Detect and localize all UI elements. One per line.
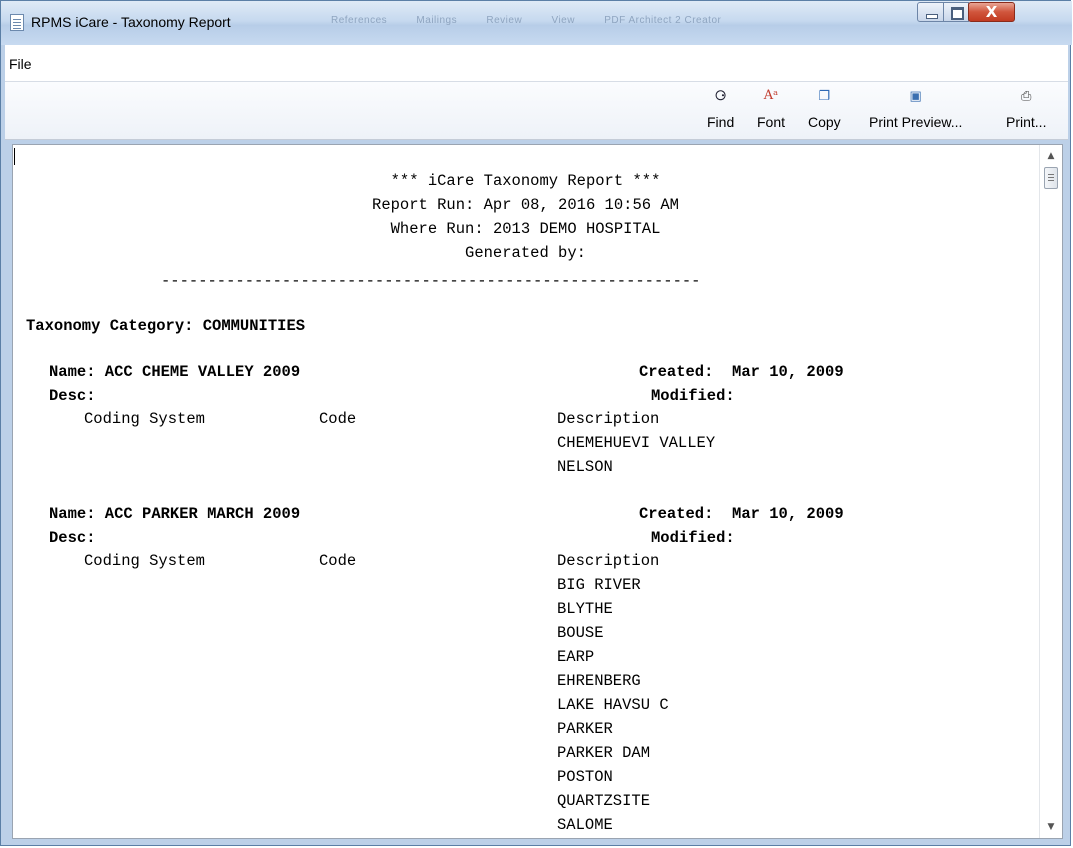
- ghost-tab: Mailings: [416, 15, 458, 26]
- entry-desc: Desc:: [49, 529, 96, 547]
- minimize-button[interactable]: [917, 2, 944, 22]
- font-label: Font: [757, 114, 786, 130]
- font-button[interactable]: Aᵃ Font: [757, 86, 785, 130]
- taxonomy-category: Taxonomy Category: COMMUNITIES: [26, 317, 306, 335]
- font-icon: Aᵃ: [763, 88, 779, 103]
- print-preview-icon: ▣: [909, 88, 922, 103]
- copy-label: Copy: [808, 114, 841, 130]
- list-item: BIG RIVER: [557, 576, 641, 594]
- entry-name: Name: ACC PARKER MARCH 2009: [49, 505, 301, 523]
- print-label: Print...: [1006, 114, 1047, 130]
- binoculars-icon: ⚆: [714, 88, 727, 103]
- report-window: RPMS iCare - Taxonomy Report References …: [0, 0, 1072, 846]
- entry-modified: Modified:: [651, 529, 735, 547]
- title-bar[interactable]: RPMS iCare - Taxonomy Report References …: [1, 1, 1072, 45]
- list-item: PARKER: [557, 720, 613, 738]
- report-run: Report Run: Apr 08, 2016 10:56 AM: [372, 196, 679, 214]
- list-item: BOUSE: [557, 624, 604, 642]
- print-preview-label: Print Preview...: [869, 114, 963, 130]
- list-item: QUARTZSITE: [557, 792, 651, 810]
- copy-button[interactable]: ❐ Copy: [808, 86, 841, 130]
- list-item: EHRENBERG: [557, 672, 641, 690]
- col-description: Description: [557, 410, 660, 428]
- maximize-button[interactable]: [943, 2, 969, 22]
- col-description: Description: [557, 552, 660, 570]
- entry-created: Created: Mar 10, 2009: [639, 505, 844, 523]
- list-item: PARKER DAM: [557, 744, 651, 762]
- list-item: POSTON: [557, 768, 613, 786]
- vertical-scrollbar[interactable]: ▲ ▼: [1039, 145, 1062, 838]
- col-code: Code: [319, 552, 357, 570]
- document-icon: [10, 14, 24, 31]
- list-item: BLYTHE: [557, 600, 613, 618]
- scroll-up-icon[interactable]: ▲: [1040, 147, 1062, 165]
- report-title: *** iCare Taxonomy Report ***: [390, 172, 661, 190]
- col-code: Code: [319, 410, 357, 428]
- ghost-tab: PDF Architect 2 Creator: [604, 15, 722, 26]
- report-viewer[interactable]: *** iCare Taxonomy Report *** Report Run…: [12, 144, 1063, 839]
- scroll-thumb[interactable]: [1044, 167, 1058, 189]
- menu-bar: File: [5, 45, 1068, 82]
- report-generated: Generated by:: [465, 244, 586, 262]
- report-content: *** iCare Taxonomy Report *** Report Run…: [13, 145, 1038, 838]
- separator-line: ----------------------------------------…: [161, 272, 701, 290]
- scroll-down-icon[interactable]: ▼: [1040, 818, 1062, 836]
- entry-created: Created: Mar 10, 2009: [639, 363, 844, 381]
- toolbar: ⚆ Find Aᵃ Font ❐ Copy ▣ Print Preview...…: [5, 82, 1068, 140]
- col-coding-system: Coding System: [84, 552, 205, 570]
- find-button[interactable]: ⚆ Find: [707, 86, 734, 130]
- entry-name: Name: ACC CHEME VALLEY 2009: [49, 363, 301, 381]
- printer-icon: ⎙: [1021, 88, 1032, 103]
- list-item: NELSON: [557, 458, 613, 476]
- list-item: CHEMEHUEVI VALLEY: [557, 434, 716, 452]
- close-icon: X: [985, 3, 998, 21]
- list-item: LAKE HAVSU C: [557, 696, 669, 714]
- ghost-tab: View: [551, 15, 575, 26]
- entry-desc: Desc:: [49, 387, 96, 405]
- list-item: SALOME: [557, 816, 613, 834]
- report-where: Where Run: 2013 DEMO HOSPITAL: [390, 220, 661, 238]
- close-button[interactable]: X: [968, 2, 1015, 22]
- list-item: EARP: [557, 648, 595, 666]
- copy-icon: ❐: [818, 88, 831, 103]
- print-preview-button[interactable]: ▣ Print Preview...: [869, 86, 962, 130]
- menu-file[interactable]: File: [9, 56, 32, 72]
- find-label: Find: [707, 114, 735, 130]
- col-coding-system: Coding System: [84, 410, 205, 428]
- ghost-tab: Review: [486, 15, 523, 26]
- ghost-tab: References: [331, 15, 388, 26]
- window-title: RPMS iCare - Taxonomy Report: [31, 14, 231, 30]
- entry-modified: Modified:: [651, 387, 735, 405]
- background-ribbon-tabs: References Mailings Review View PDF Arch…: [331, 15, 747, 26]
- print-button[interactable]: ⎙ Print...: [1006, 86, 1046, 130]
